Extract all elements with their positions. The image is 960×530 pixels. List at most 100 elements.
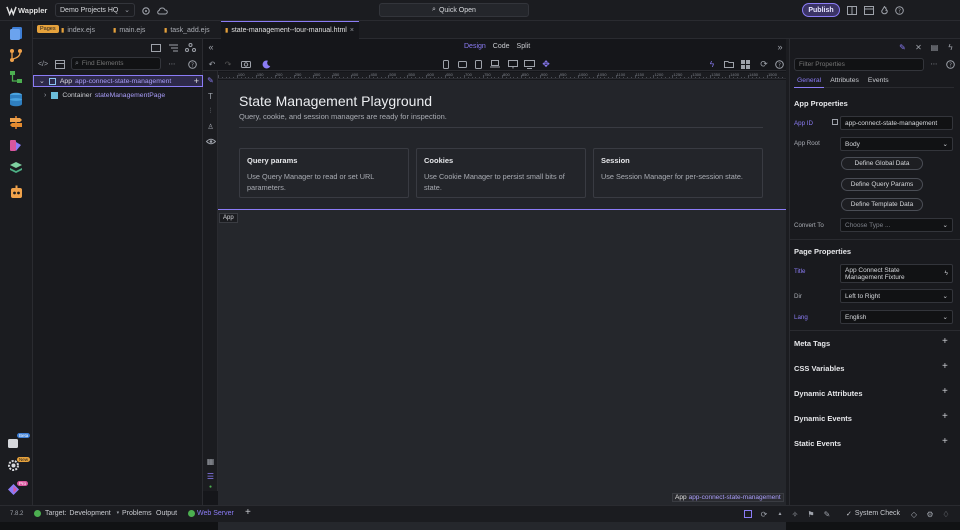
refresh-icon[interactable]: ⟳ [759,509,769,519]
meta-tags-section[interactable]: Meta Tags [794,339,830,348]
convert-to-select[interactable]: Choose Type ... ⌄ [840,218,953,232]
tree-item-container[interactable]: › Container stateManagementPage [33,89,203,101]
robot-icon[interactable] [7,183,25,201]
cloud-upload-icon[interactable] [156,5,168,16]
help-circle-icon[interactable]: ? [187,59,197,69]
tab-events[interactable]: Events [865,77,892,87]
git-icon[interactable] [7,47,25,63]
design-tokens-icon[interactable] [7,137,25,153]
folder-sync-icon[interactable] [723,59,734,69]
book-icon[interactable] [846,5,857,16]
flag-icon[interactable]: ⚑ [806,509,816,519]
add-icon[interactable]: + [942,361,948,372]
gear-icon[interactable] [140,5,151,16]
define-template-data-button[interactable]: Define Template Data [841,198,923,211]
flash-icon[interactable]: ϟ [707,59,717,69]
view-split-tab[interactable]: Split [517,43,531,50]
collapse-right-icon[interactable]: » [775,42,785,52]
database-icon[interactable] [7,91,25,107]
more-vertical-icon[interactable]: ⋮ [882,5,890,16]
breadcrumb[interactable]: App app-connect-state-management [672,493,784,502]
lang-select[interactable]: English ⌄ [840,310,953,324]
components-icon[interactable] [54,59,66,69]
more-horizontal-icon[interactable]: ⋯ [929,59,939,69]
tab-attributes[interactable]: Attributes [824,77,865,87]
code-icon[interactable]: </> [37,59,49,69]
text-icon[interactable]: T [205,91,216,102]
redo-icon[interactable]: ↷ [223,59,233,69]
help-icon[interactable]: ? [945,59,955,69]
desktop-device-icon[interactable] [507,59,518,69]
pages-icon[interactable] [7,25,25,41]
dir-select[interactable]: Left to Right ⌄ [840,289,953,303]
pages-badge[interactable]: Pages [37,25,59,33]
static-events-section[interactable]: Static Events [794,439,841,448]
thumb-icon[interactable]: ▲ [775,509,785,519]
dynamic-attributes-section[interactable]: Dynamic Attributes [794,389,863,398]
output-tab[interactable]: Output [156,510,177,517]
add-icon[interactable]: + [194,76,199,86]
bolt-icon[interactable]: ϟ [945,42,956,53]
tab-main[interactable]: ▮ main.ejs [113,21,145,39]
define-query-params-button[interactable]: Define Query Params [841,178,923,191]
find-elements-input[interactable] [81,60,152,67]
app-id-input[interactable]: app-connect-state-management [840,116,953,130]
collapse-left-icon[interactable]: « [206,42,216,52]
mobile-device-icon[interactable] [441,59,451,69]
publish-button[interactable]: Publish [802,3,840,17]
find-elements-field[interactable]: ⌕ [71,57,161,70]
workflow-icon[interactable] [7,69,25,85]
pencil-icon[interactable]: ✎ [822,509,832,519]
eye-icon[interactable] [205,136,216,147]
undo-icon[interactable]: ↶ [207,59,217,69]
tab-task-add[interactable]: ▮ task_add.ejs [164,21,210,39]
css-variables-section[interactable]: CSS Variables [794,364,844,373]
define-global-data-button[interactable]: Define Global Data [841,157,923,170]
help-icon[interactable]: ? [894,5,904,16]
add-icon[interactable]: + [942,336,948,347]
camera-icon[interactable] [241,59,251,69]
hierarchy-icon[interactable] [151,43,161,52]
add-icon[interactable]: + [245,507,251,518]
more-horizontal-icon[interactable]: ⋯ [167,59,177,69]
filter-properties-field[interactable] [794,58,924,71]
tab-general[interactable]: General [794,77,825,88]
add-icon[interactable]: + [942,436,948,447]
layout-icon[interactable] [863,5,874,16]
dynamic-events-section[interactable]: Dynamic Events [794,414,852,423]
eraser-icon[interactable]: ◇ [909,509,919,519]
edit-icon[interactable]: ✎ [205,75,216,86]
title-input[interactable]: App Connect State Management Fixture ϟ [840,264,953,283]
refresh-icon[interactable]: ⟳ [759,59,769,69]
wide-screen-icon[interactable] [524,59,535,69]
app-root-select[interactable]: Body ⌄ [840,137,953,151]
menu-lines-icon[interactable]: ☰ [205,471,216,482]
laptop-device-icon[interactable] [489,59,500,69]
apps-grid-icon[interactable]: ▦ [205,456,216,467]
brush-icon[interactable]: ♙ [205,121,216,132]
quick-open-button[interactable]: ⌕ Quick Open [379,3,529,17]
web-server-tab[interactable]: Web Server [197,510,234,517]
target-selector[interactable]: Target: Development ▾ [45,510,119,517]
magic-icon[interactable]: ✕ [913,42,924,53]
tab-index[interactable]: ▮ index.ejs [61,21,95,39]
dark-mode-icon[interactable] [261,59,271,69]
view-design-tab[interactable]: Design [464,43,486,50]
tree-item-app[interactable]: ⌄ App app-connect-state-management + [33,75,203,87]
tab-active-file[interactable]: ▮ state-management--tour-manual.html × [221,21,359,39]
chevron-down-icon[interactable]: ⌄ [39,77,45,85]
server-icon[interactable]: ▤ [929,42,940,53]
project-selector[interactable]: Demo Projects HQ ⌄ [55,3,135,17]
settings-icon[interactable]: ⚙ [925,509,935,519]
help-icon[interactable]: ? [774,59,784,69]
mobile-landscape-icon[interactable] [457,59,467,69]
add-icon[interactable]: + [942,386,948,397]
problems-tab[interactable]: Problems [122,510,152,517]
close-icon[interactable]: × [350,27,354,34]
ruler-icon[interactable]: ⫶ [205,106,216,117]
square-icon[interactable] [743,509,753,519]
pen-tool-icon[interactable]: ✎ [897,42,908,53]
layers-icon[interactable] [7,160,25,176]
chevron-right-icon[interactable]: › [44,92,46,99]
tablet-device-icon[interactable] [473,59,483,69]
